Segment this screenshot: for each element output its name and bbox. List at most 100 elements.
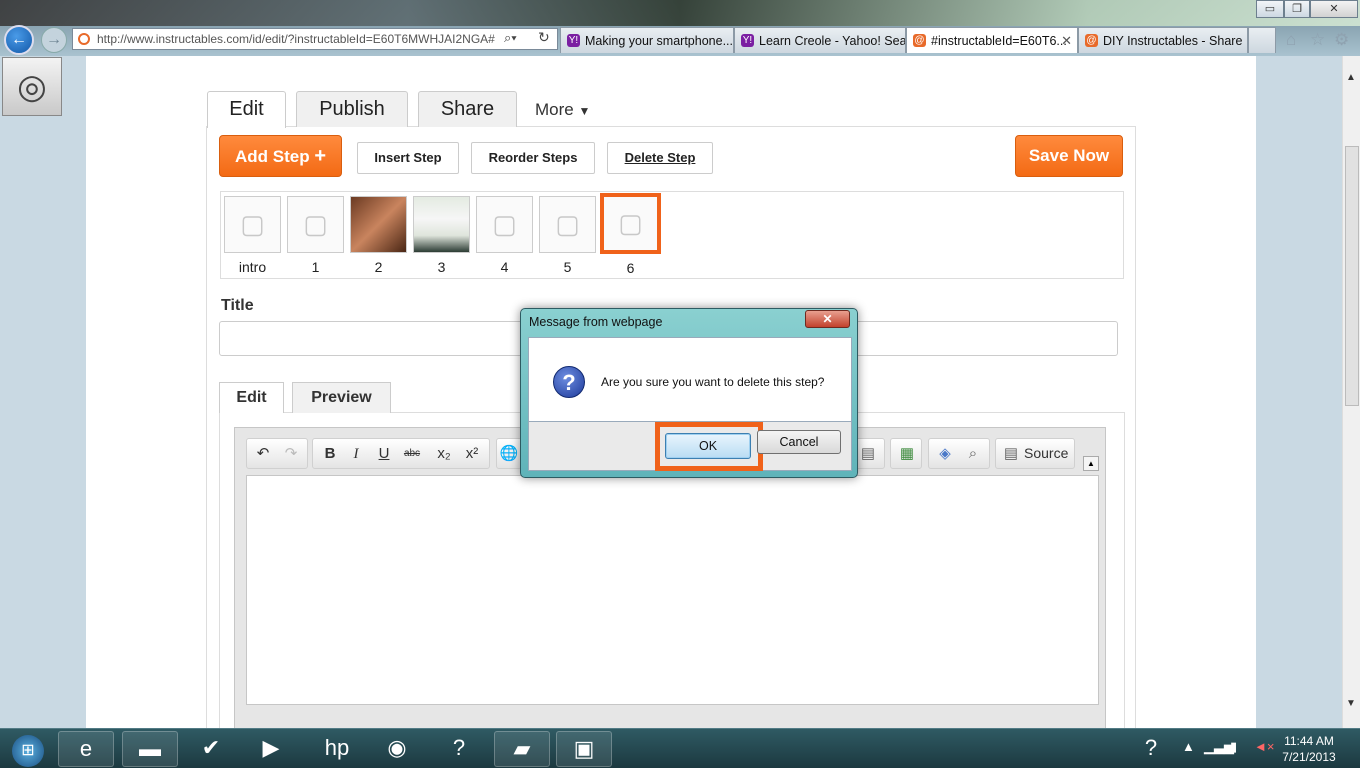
star-icon[interactable]: ☆	[1310, 30, 1325, 50]
back-button[interactable]: ←	[4, 25, 34, 55]
help-tray-icon[interactable]: ?	[1128, 731, 1174, 767]
link-icon[interactable]: 🌐	[498, 443, 520, 465]
refresh-icon[interactable]: ↻	[538, 29, 550, 46]
cancel-button[interactable]: Cancel	[757, 430, 841, 454]
robot-placeholder-icon: ▢	[224, 196, 281, 253]
paste-icon[interactable]: ▤	[857, 443, 879, 465]
step-screenshot-image	[413, 196, 470, 253]
add-step-button[interactable]: Add Step +	[219, 135, 342, 177]
redo-icon[interactable]: ↷	[280, 443, 302, 465]
globe-app-icon[interactable]: ◉	[372, 731, 422, 767]
file-explorer-icon[interactable]: ▬	[122, 731, 178, 767]
address-bar[interactable]: http://www.instructables.com/id/edit/?in…	[72, 28, 558, 50]
insert-step-button[interactable]: Insert Step	[357, 142, 459, 174]
step-label: 1	[311, 259, 320, 275]
browser-tab-4[interactable]: @ DIY Instructables - Share ...	[1078, 27, 1248, 53]
restore-button[interactable]: ❐	[1284, 0, 1310, 18]
save-now-button[interactable]: Save Now	[1015, 135, 1123, 177]
new-tab-button[interactable]	[1248, 27, 1276, 53]
step-thumb-4[interactable]: ▢ 4	[476, 196, 533, 276]
volume-muted-icon[interactable]: ◄×	[1254, 739, 1274, 754]
step-thumb-2[interactable]: 2	[350, 196, 407, 276]
robot-placeholder-icon: ▢	[600, 193, 661, 254]
step-label: 2	[374, 259, 383, 275]
tab-share[interactable]: Share	[418, 91, 517, 127]
ok-button[interactable]: OK	[665, 433, 751, 459]
tab-label: #instructableId=E60T6...	[931, 34, 1067, 48]
close-window-button[interactable]: ✕	[1310, 0, 1358, 18]
step-thumb-5[interactable]: ▢ 5	[539, 196, 596, 276]
find-icon[interactable]: ⌕	[962, 443, 984, 465]
help-icon[interactable]: ?	[434, 731, 484, 767]
scroll-down-icon[interactable]: ▼	[1346, 698, 1356, 709]
bold-icon[interactable]: B	[319, 443, 341, 465]
home-icon[interactable]: ⌂	[1286, 30, 1296, 50]
clock-time: 11:44 AM	[1284, 734, 1334, 748]
italic-icon[interactable]: I	[345, 443, 367, 465]
eraser-icon[interactable]: ◈	[934, 443, 956, 465]
subscript-icon[interactable]: x₂	[433, 443, 455, 465]
clock[interactable]: 11:44 AM 7/21/2013	[1278, 733, 1340, 765]
scroll-up-icon[interactable]: ▲	[1346, 72, 1356, 83]
checkmark-app-icon[interactable]: ✔	[186, 731, 236, 767]
picture-viewer-icon[interactable]: ▣	[556, 731, 612, 767]
more-menu[interactable]: More ▼	[535, 100, 590, 120]
tab-edit[interactable]: Edit	[207, 91, 286, 128]
tools-group: ◈ ⌕	[928, 438, 990, 469]
minimize-button[interactable]: ▭	[1256, 0, 1284, 18]
step-label: 5	[563, 259, 572, 275]
search-icon[interactable]: ⌕▾	[504, 30, 517, 46]
step-thumb-6[interactable]: ▢ 6	[600, 193, 661, 276]
robot-placeholder-icon: ▢	[287, 196, 344, 253]
browser-tab-1[interactable]: Y! Making your smartphone...	[560, 27, 734, 53]
source-document-icon: ▤	[1003, 445, 1019, 462]
taskbar: ⊞ e ▬ ✔ ▶ hp ◉ ? ▰ ▣ ? ▲ ▁▃▅ ▮ ◄× 11:44 …	[0, 728, 1360, 768]
tab-label: Learn Creole - Yahoo! Sea...	[759, 34, 906, 48]
caret-down-icon: ▼	[578, 104, 591, 118]
battery-icon[interactable]: ▮	[1230, 739, 1237, 755]
robot-placeholder-icon: ▢	[476, 196, 533, 253]
hp-icon[interactable]: hp	[312, 731, 362, 767]
internet-explorer-icon[interactable]: e	[58, 731, 114, 767]
undo-icon[interactable]: ↶	[252, 443, 274, 465]
source-group[interactable]: ▤ Source	[995, 438, 1075, 469]
spreadsheet-icon[interactable]: ▦	[896, 443, 918, 465]
back-arrow-icon: ←	[11, 31, 27, 48]
superscript-icon[interactable]: x²	[461, 443, 483, 465]
browser-tab-2[interactable]: Y! Learn Creole - Yahoo! Sea...	[734, 27, 906, 53]
browser-tab-3[interactable]: @ #instructableId=E60T6... ✕	[906, 27, 1078, 53]
step-thumb-3[interactable]: 3	[413, 196, 470, 276]
forward-arrow-icon: →	[46, 31, 62, 48]
step-photo-image	[350, 196, 407, 253]
strikethrough-icon[interactable]: abc	[401, 443, 423, 465]
media-player-icon[interactable]: ▶	[246, 731, 296, 767]
gear-icon[interactable]: ⚙	[1334, 30, 1349, 50]
delete-step-button[interactable]: Delete Step	[607, 142, 713, 174]
collapse-toolbar-icon[interactable]: ▲	[1083, 456, 1099, 471]
windows-logo-icon: ⊞	[12, 735, 44, 767]
robot-placeholder-icon: ▢	[539, 196, 596, 253]
vertical-scrollbar[interactable]: ▲ ▼	[1342, 56, 1360, 728]
dialog-message: Are you sure you want to delete this ste…	[601, 375, 825, 389]
underline-icon[interactable]: U	[373, 443, 395, 465]
subtab-edit[interactable]: Edit	[219, 382, 284, 413]
add-step-label: Add Step	[234, 147, 310, 166]
step-thumb-intro[interactable]: ▢ intro	[224, 196, 281, 276]
dialog-close-button[interactable]: ✕	[805, 310, 850, 328]
close-tab-icon[interactable]: ✕	[1061, 28, 1072, 53]
format-group: B I U abc x₂ x²	[312, 438, 490, 469]
step-thumb-1[interactable]: ▢ 1	[287, 196, 344, 276]
tab-publish[interactable]: Publish	[296, 91, 408, 127]
scroll-thumb[interactable]	[1345, 146, 1359, 406]
sticky-notes-icon[interactable]: ▰	[494, 731, 550, 767]
fingerprint-app-icon[interactable]: ◎	[2, 57, 62, 116]
reorder-steps-button[interactable]: Reorder Steps	[471, 142, 595, 174]
show-hidden-icons-icon[interactable]: ▲	[1182, 739, 1195, 754]
forward-button[interactable]: →	[41, 27, 67, 53]
editor-text-area[interactable]	[246, 475, 1099, 705]
dialog-title: Message from webpage	[529, 315, 663, 329]
confirm-dialog: Message from webpage ✕ ? Are you sure yo…	[520, 308, 858, 478]
subtab-preview[interactable]: Preview	[292, 382, 391, 413]
start-button[interactable]: ⊞	[2, 731, 54, 767]
step-strip: ▢ intro ▢ 1 2 3 ▢ 4 ▢ 5 ▢ 6	[220, 191, 1124, 279]
